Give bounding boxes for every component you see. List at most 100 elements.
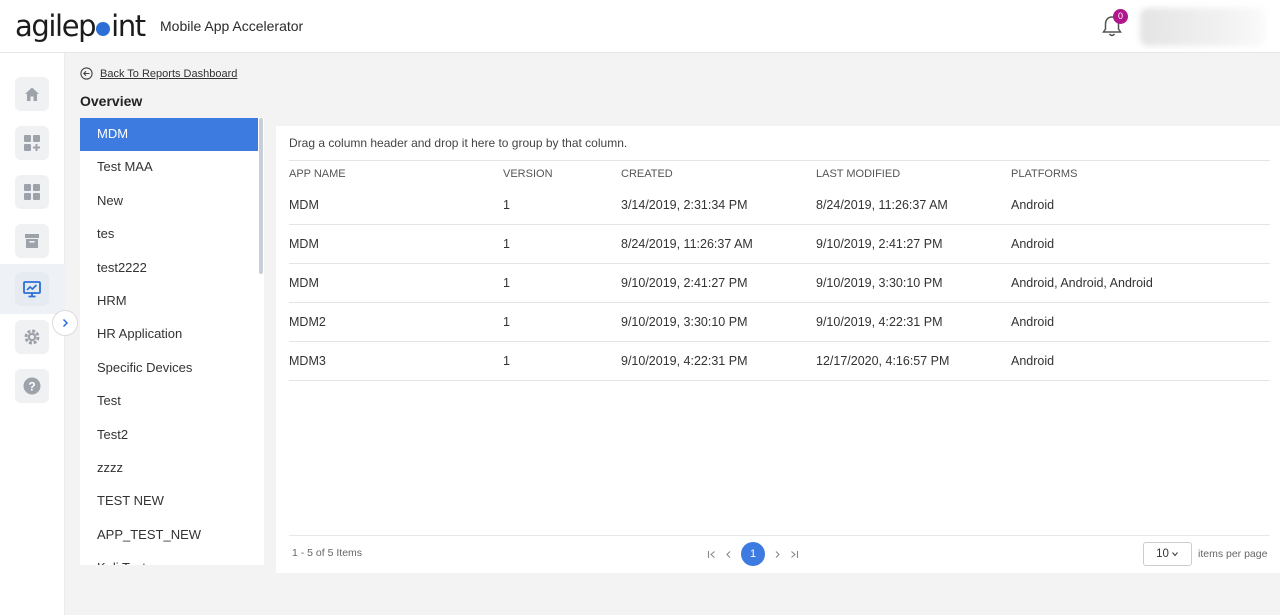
- app-list-item[interactable]: Specific Devices: [80, 352, 264, 385]
- platforms-cell: Android: [1011, 315, 1055, 329]
- created-cell: 9/10/2019, 4:22:31 PM: [621, 354, 748, 368]
- last-modified-cell: 12/17/2020, 4:16:57 PM: [816, 354, 950, 368]
- nav-home[interactable]: [15, 77, 49, 111]
- dashboard-icon: [24, 184, 40, 200]
- app-list-item[interactable]: New: [80, 185, 264, 218]
- app-list-item[interactable]: APP_TEST_NEW: [80, 519, 264, 552]
- app-name-cell: MDM: [289, 237, 319, 251]
- nav-reports[interactable]: [15, 272, 49, 306]
- nav-add-dashboard[interactable]: [15, 126, 49, 160]
- app-list-item[interactable]: zzzz: [80, 452, 264, 485]
- logo-dot: [96, 22, 111, 36]
- app-list: MDM Test MAA New tes test2222 HRM HR Applicati…: [80, 118, 264, 565]
- app-name-cell: MDM3: [289, 354, 326, 368]
- back-arrow-icon: [80, 67, 93, 80]
- app-list-item[interactable]: Test2: [80, 419, 264, 452]
- top-header: agilep int Mobile App Accelerator 0: [0, 0, 1280, 53]
- column-header-created[interactable]: CREATED: [621, 168, 816, 180]
- app-list-item[interactable]: tes: [80, 218, 264, 251]
- user-profile[interactable]: [1140, 8, 1265, 46]
- app-name-cell: MDM: [289, 276, 319, 290]
- platforms-cell: Android: [1011, 354, 1055, 368]
- version-cell: 1: [503, 276, 510, 290]
- last-modified-cell: 9/10/2019, 4:22:31 PM: [816, 315, 943, 329]
- page-size-label: items per page: [1198, 548, 1268, 560]
- version-cell: 1: [503, 237, 510, 251]
- column-header-platforms[interactable]: PLATFORMS: [1011, 168, 1270, 180]
- page-size-select[interactable]: 10: [1143, 542, 1192, 566]
- created-cell: 3/14/2019, 2:31:34 PM: [621, 198, 748, 212]
- version-cell: 1: [503, 315, 510, 329]
- list-scrollbar[interactable]: [259, 118, 263, 274]
- platforms-cell: Android, Android, Android: [1011, 276, 1153, 290]
- version-cell: 1: [503, 198, 510, 212]
- column-header-version[interactable]: VERSION: [503, 168, 621, 180]
- app-list-item[interactable]: HRM: [80, 285, 264, 318]
- last-modified-cell: 8/24/2019, 11:26:37 AM: [816, 198, 948, 212]
- report-grid: APP NAME VERSION CREATED LAST MODIFIED P…: [289, 160, 1270, 381]
- page-size-value: 10: [1156, 548, 1169, 560]
- nav-help[interactable]: ?: [15, 369, 49, 403]
- nav-settings[interactable]: [15, 320, 49, 354]
- created-cell: 9/10/2019, 3:30:10 PM: [621, 315, 748, 329]
- settings-icon: [24, 329, 40, 345]
- prev-page-icon[interactable]: [724, 550, 733, 559]
- left-nav-rail: ?: [0, 53, 65, 615]
- app-list-item[interactable]: test2222: [80, 252, 264, 285]
- app-name-cell: MDM2: [289, 315, 326, 329]
- home-icon: [25, 87, 39, 101]
- nav-archive[interactable]: [15, 224, 49, 258]
- reports-icon: [23, 281, 41, 298]
- grid-header-row: APP NAME VERSION CREATED LAST MODIFIED P…: [289, 161, 1270, 186]
- grid-body: MDM 1 3/14/2019, 2:31:34 PM 8/24/2019, 11:2…: [289, 186, 1270, 381]
- nav-dashboards[interactable]: [15, 175, 49, 209]
- last-modified-cell: 9/10/2019, 2:41:27 PM: [816, 237, 943, 251]
- app-list-item[interactable]: Test: [80, 385, 264, 418]
- first-page-icon[interactable]: [707, 550, 716, 559]
- expand-nav-button[interactable]: [52, 310, 78, 336]
- last-page-icon[interactable]: [790, 550, 799, 559]
- logo-text-left: agilep: [15, 9, 97, 43]
- pager-info: 1 - 5 of 5 Items: [292, 547, 363, 559]
- platforms-cell: Android: [1011, 237, 1055, 251]
- app-list-items: MDM Test MAA New tes test2222 HRM HR Applicati…: [80, 118, 264, 565]
- version-cell: 1: [503, 354, 510, 368]
- add-dashboard-icon: [24, 135, 40, 151]
- grid-pager: 1 - 5 of 5 Items 1 10 items per page: [289, 535, 1270, 566]
- column-header-app-name[interactable]: APP NAME: [289, 168, 503, 180]
- group-drop-area[interactable]: Drag a column header and drop it here to…: [289, 136, 627, 150]
- report-grid-panel: Drag a column header and drop it here to…: [276, 126, 1280, 573]
- chevron-right-icon: [62, 318, 69, 328]
- nav-reports-active[interactable]: [0, 264, 65, 314]
- last-modified-cell: 9/10/2019, 3:30:10 PM: [816, 276, 943, 290]
- app-list-item[interactable]: HR Application: [80, 318, 264, 351]
- page-1-button[interactable]: 1: [741, 542, 765, 566]
- help-icon: ?: [23, 377, 41, 395]
- app-list-item[interactable]: TEST NEW: [80, 485, 264, 518]
- page-size-control: 10 items per page: [1143, 542, 1267, 566]
- notification-badge: 0: [1113, 9, 1128, 24]
- app-title: Mobile App Accelerator: [160, 18, 304, 34]
- table-row[interactable]: MDM2 1 9/10/2019, 3:30:10 PM 9/10/2019, 4:2…: [289, 303, 1270, 342]
- column-header-last-modified[interactable]: LAST MODIFIED: [816, 168, 1011, 180]
- agilepoint-logo[interactable]: agilep int: [15, 8, 146, 44]
- archive-icon: [25, 234, 39, 248]
- chevron-down-icon: [1171, 552, 1178, 557]
- app-list-item[interactable]: MDM: [80, 118, 258, 152]
- app-list-item[interactable]: Test MAA: [80, 151, 264, 184]
- app-list-item[interactable]: Kali Test: [80, 552, 264, 565]
- svg-text:?: ?: [28, 379, 35, 393]
- logo-text-right: int: [111, 9, 146, 43]
- back-link-label[interactable]: Back To Reports Dashboard: [100, 68, 237, 80]
- page-title: Overview: [80, 93, 143, 109]
- created-cell: 9/10/2019, 2:41:27 PM: [621, 276, 748, 290]
- next-page-icon[interactable]: [773, 550, 782, 559]
- platforms-cell: Android: [1011, 198, 1055, 212]
- back-to-reports-link[interactable]: Back To Reports Dashboard: [80, 67, 237, 80]
- app-name-cell: MDM: [289, 198, 319, 212]
- table-row[interactable]: MDM 1 3/14/2019, 2:31:34 PM 8/24/2019, 11:2…: [289, 186, 1270, 225]
- table-row[interactable]: MDM3 1 9/10/2019, 4:22:31 PM 12/17/2020, 4:…: [289, 342, 1270, 381]
- table-row[interactable]: MDM 1 9/10/2019, 2:41:27 PM 9/10/2019, 3:30…: [289, 264, 1270, 303]
- pager-nav: 1: [707, 542, 799, 566]
- table-row[interactable]: MDM 1 8/24/2019, 11:26:37 AM 9/10/2019, 2:4…: [289, 225, 1270, 264]
